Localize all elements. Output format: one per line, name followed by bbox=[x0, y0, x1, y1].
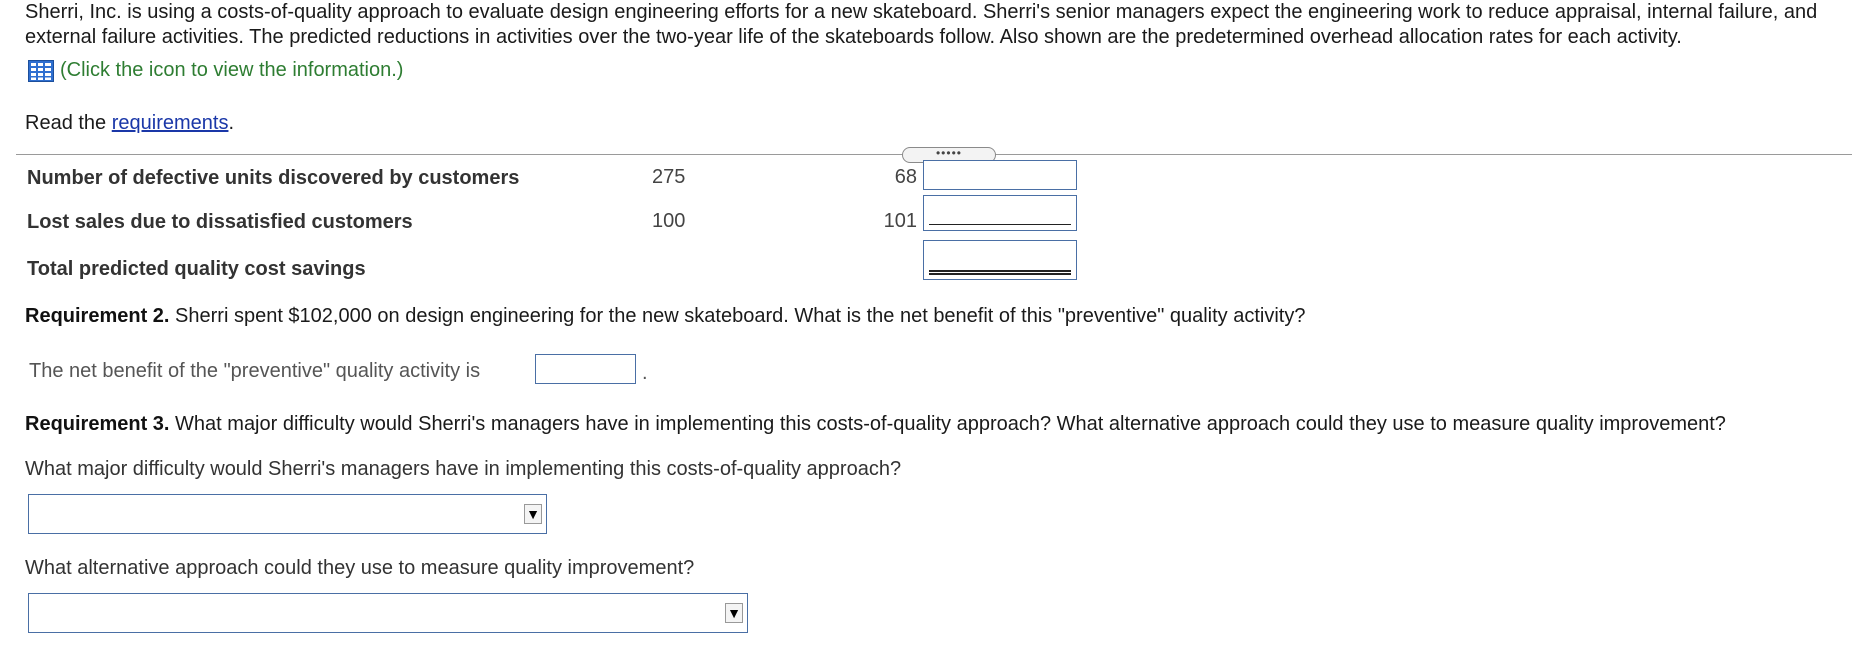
requirement-3: Requirement 3. What major difficulty wou… bbox=[25, 413, 1726, 436]
row-lost-sales-col1: 100 bbox=[652, 210, 686, 232]
question-major-difficulty: What major difficulty would Sherri's man… bbox=[25, 458, 902, 480]
single-underline bbox=[929, 224, 1071, 225]
read-requirements-prefix: Read the bbox=[25, 112, 112, 134]
total-savings-input[interactable] bbox=[923, 240, 1077, 280]
read-requirements-suffix: . bbox=[228, 112, 235, 134]
lost-sales-savings-input[interactable] bbox=[923, 195, 1077, 231]
question-alternative-approach: What alternative approach could they use… bbox=[25, 557, 695, 579]
net-benefit-label: The net benefit of the "preventive" qual… bbox=[29, 360, 481, 382]
requirement-2: Requirement 2. Sherri spent $102,000 on … bbox=[25, 305, 1305, 328]
requirement-3-text: What major difficulty would Sherri's man… bbox=[169, 413, 1726, 435]
info-link-label[interactable]: (Click the icon to view the information.… bbox=[60, 59, 403, 82]
requirement-3-title: Requirement 3. bbox=[25, 413, 170, 435]
intro-paragraph: Sherri, Inc. is using a costs-of-quality… bbox=[25, 1, 1818, 48]
view-information-link[interactable]: (Click the icon to view the information.… bbox=[28, 59, 403, 82]
net-benefit-input[interactable] bbox=[535, 354, 636, 384]
row-lost-sales-col2: 101 bbox=[883, 210, 917, 232]
double-underline bbox=[929, 270, 1071, 275]
row-label-lost-sales: Lost sales due to dissatisfied customers bbox=[27, 211, 413, 233]
requirement-2-text: Sherri spent $102,000 on design engineer… bbox=[169, 305, 1306, 327]
read-requirements: Read the requirements. bbox=[25, 112, 234, 135]
row-label-defective-units: Number of defective units discovered by … bbox=[27, 167, 520, 189]
requirements-link[interactable]: requirements bbox=[112, 112, 229, 134]
alternative-approach-dropdown[interactable]: ▼ bbox=[28, 593, 748, 633]
defective-units-savings-input[interactable] bbox=[923, 160, 1077, 190]
major-difficulty-dropdown[interactable]: ▼ bbox=[28, 494, 547, 534]
table-grid-icon[interactable] bbox=[28, 59, 54, 82]
row-defective-units-col2: 68 bbox=[894, 166, 917, 188]
chevron-down-icon[interactable]: ▼ bbox=[725, 603, 743, 623]
net-benefit-period: . bbox=[642, 362, 648, 384]
row-defective-units-col1: 275 bbox=[652, 166, 686, 188]
row-label-total-savings: Total predicted quality cost savings bbox=[27, 258, 366, 280]
requirement-2-title: Requirement 2. bbox=[25, 305, 170, 327]
chevron-down-icon[interactable]: ▼ bbox=[524, 504, 542, 524]
